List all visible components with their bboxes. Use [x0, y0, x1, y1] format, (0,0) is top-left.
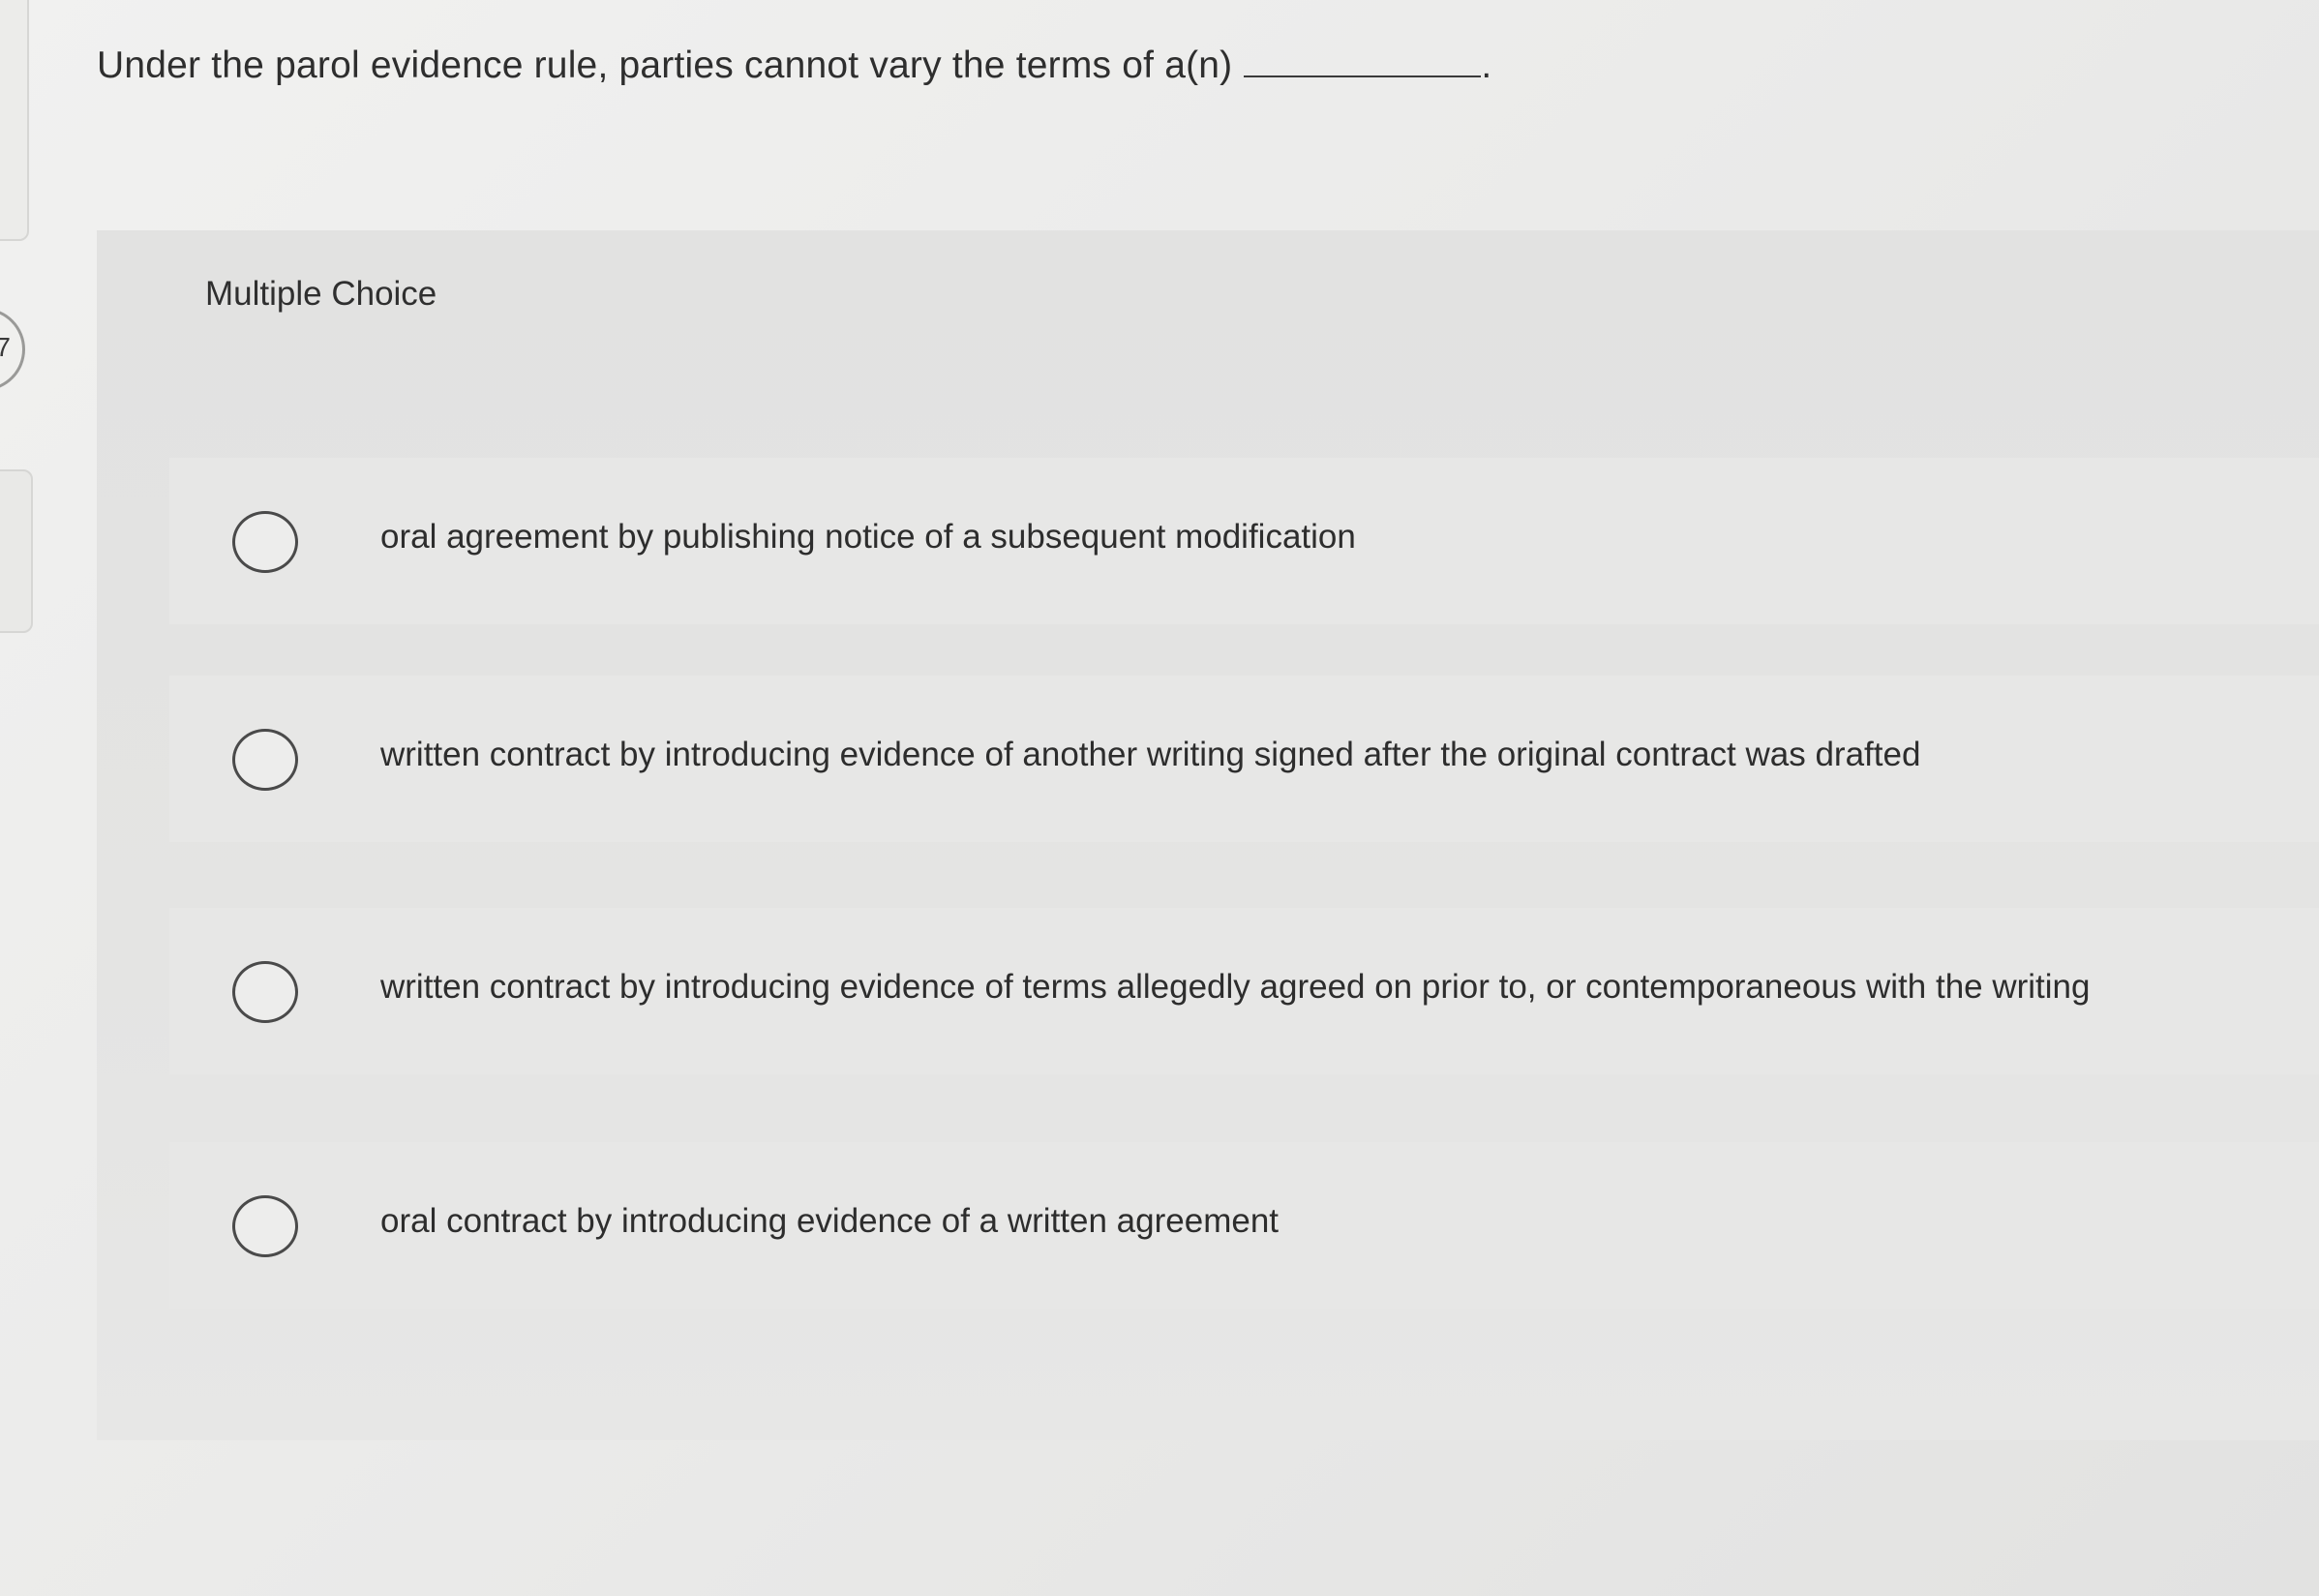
question-type-label: Multiple Choice — [205, 275, 437, 313]
question-end-punctuation: . — [1481, 45, 1492, 86]
radio-button[interactable] — [232, 729, 298, 791]
question-number: 7 — [0, 332, 11, 362]
left-panel-fragment — [0, 0, 29, 241]
question-number-badge[interactable]: 7 — [0, 308, 25, 391]
radio-button[interactable] — [232, 511, 298, 573]
answer-option-label[interactable]: written contract by introducing evidence… — [380, 968, 2091, 1007]
radio-button[interactable] — [232, 1195, 298, 1257]
answer-option-label[interactable]: oral contract by introducing evidence of… — [380, 1202, 1279, 1241]
answer-option-label[interactable]: oral agreement by publishing notice of a… — [380, 518, 1356, 557]
fill-in-blank — [1244, 46, 1482, 77]
radio-button[interactable] — [232, 961, 298, 1023]
answer-option[interactable]: written contract by introducing evidence… — [169, 676, 2319, 842]
answer-area: Multiple Choice oral agreement by publis… — [97, 230, 2319, 1440]
question-text: Under the parol evidence rule, parties c… — [97, 45, 1233, 86]
answer-option[interactable]: oral agreement by publishing notice of a… — [169, 458, 2319, 624]
answer-option[interactable]: written contract by introducing evidence… — [169, 908, 2319, 1074]
answer-option-label[interactable]: written contract by introducing evidence… — [380, 736, 1920, 774]
left-panel-fragment-lower — [0, 469, 33, 633]
answer-option[interactable]: oral contract by introducing evidence of… — [169, 1142, 2319, 1309]
question-prompt: Under the parol evidence rule, parties c… — [97, 45, 1491, 87]
